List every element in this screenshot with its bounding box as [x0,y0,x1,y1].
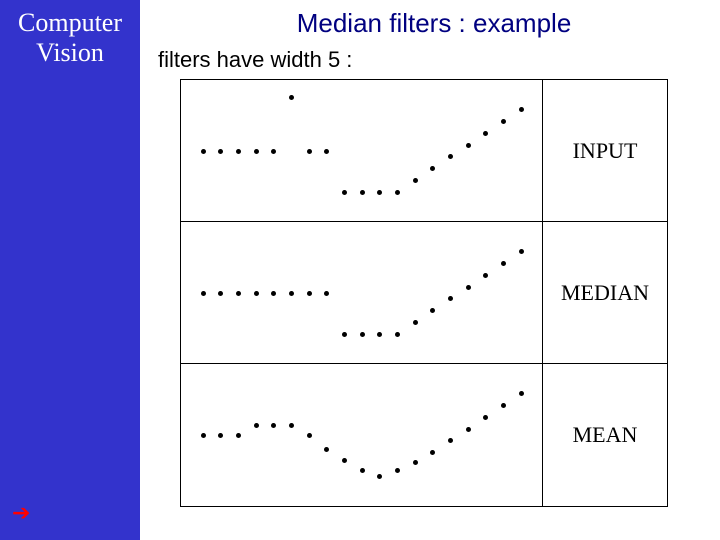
data-point [218,291,223,296]
data-point [254,149,259,154]
data-point [307,433,312,438]
data-point [430,308,435,313]
data-point [501,403,506,408]
panel-label: MEAN [543,364,667,506]
data-point [448,296,453,301]
data-point [413,320,418,325]
panel-median: MEDIAN [181,222,667,364]
data-point [342,458,347,463]
plot-input [181,80,543,221]
data-point [483,273,488,278]
data-point [201,291,206,296]
data-point [413,460,418,465]
data-point [236,433,241,438]
arrow-right-icon: ➔ [12,500,30,526]
data-point [519,391,524,396]
data-point [483,415,488,420]
main-content: Median filters : example filters have wi… [140,0,720,540]
sidebar-title-line1: Computer [18,8,122,37]
data-point [430,450,435,455]
data-point [307,291,312,296]
data-point [448,438,453,443]
data-point [360,332,365,337]
panel-input: INPUT [181,80,667,222]
data-point [307,149,312,154]
sidebar-title-line2: Vision [36,38,104,67]
data-point [448,154,453,159]
panel-mean: MEAN [181,364,667,506]
data-point [501,119,506,124]
data-point [324,447,329,452]
figure: INPUT MEDIAN MEAN [180,79,668,507]
data-point [413,178,418,183]
data-point [271,291,276,296]
data-point [342,332,347,337]
slide-subtitle: filters have width 5 : [158,47,710,73]
data-point [430,166,435,171]
data-point [360,468,365,473]
data-point [519,249,524,254]
data-point [201,149,206,154]
data-point [254,291,259,296]
data-point [466,427,471,432]
data-point [395,468,400,473]
sidebar: Computer Vision ➔ [0,0,140,540]
data-point [289,423,294,428]
data-point [289,291,294,296]
data-point [342,190,347,195]
data-point [519,107,524,112]
data-point [201,433,206,438]
data-point [395,332,400,337]
data-point [324,149,329,154]
data-point [236,149,241,154]
data-point [377,332,382,337]
data-point [501,261,506,266]
data-point [271,149,276,154]
data-point [395,190,400,195]
data-point [289,95,294,100]
data-point [360,190,365,195]
data-point [324,291,329,296]
plot-median [181,222,543,363]
slide-title: Median filters : example [158,8,710,39]
data-point [218,149,223,154]
data-point [466,285,471,290]
data-point [377,190,382,195]
sidebar-title: Computer Vision [0,8,140,68]
data-point [218,433,223,438]
data-point [254,423,259,428]
panel-label: INPUT [543,80,667,221]
panel-label: MEDIAN [543,222,667,363]
data-point [377,474,382,479]
data-point [466,143,471,148]
data-point [483,131,488,136]
data-point [236,291,241,296]
data-point [271,423,276,428]
plot-mean [181,364,543,506]
